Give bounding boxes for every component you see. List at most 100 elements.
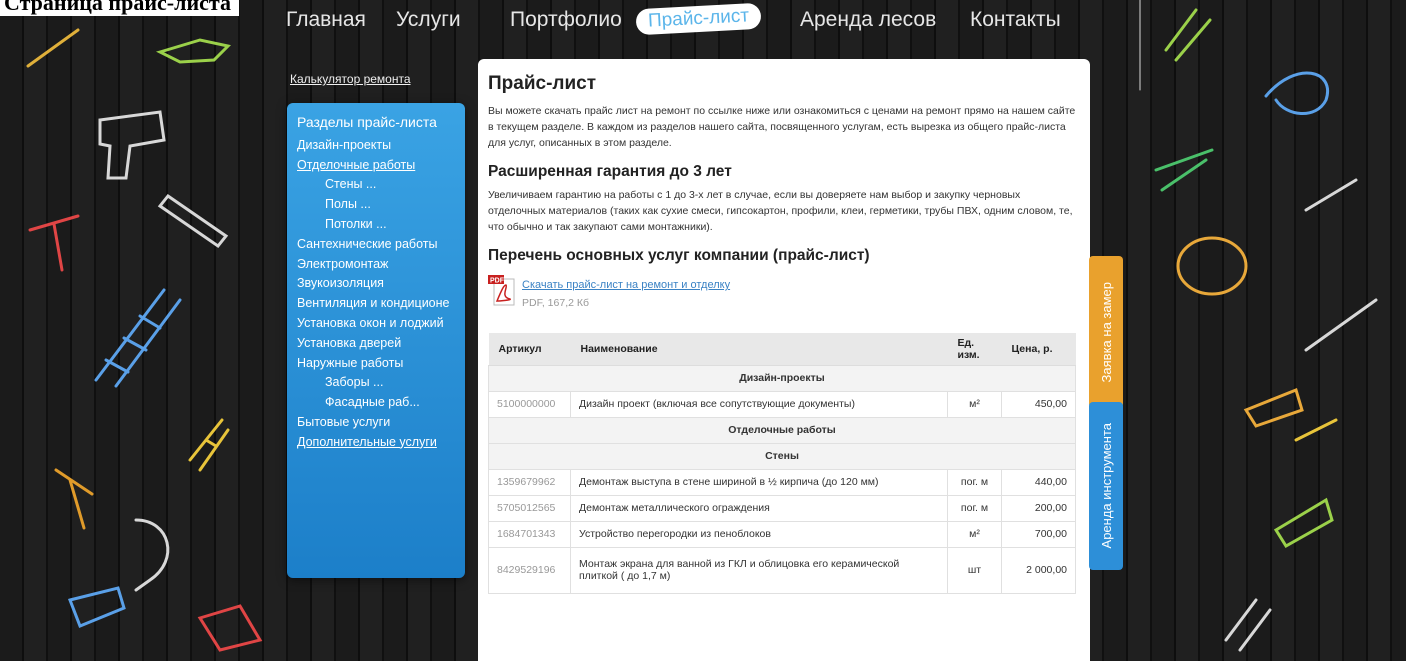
sidebar-item-facade[interactable]: Фасадные раб...: [297, 393, 455, 413]
table-row: 5100000000 Дизайн проект (включая все со…: [488, 390, 1076, 418]
sidebar-title: Разделы прайс-листа: [297, 114, 437, 130]
sidebar-item-exterior[interactable]: Наружные работы: [297, 354, 455, 374]
wrench-icon: [1304, 178, 1358, 212]
nav-services[interactable]: Услуги: [396, 8, 461, 32]
pdf-download: PDF Скачать прайс-лист на ремонт и отдел…: [488, 275, 1080, 315]
order-measurement-tab[interactable]: Заявка на замер: [1089, 256, 1123, 408]
section-label: Стены: [488, 442, 1076, 470]
cell-name: Демонтаж металлического ограждения: [570, 494, 948, 522]
sidebar-item-household[interactable]: Бытовые услуги: [297, 413, 455, 433]
drill-icon: [98, 110, 166, 180]
hammer-icon: [28, 214, 80, 272]
intro-text: Вы можете скачать прайс лист на ремонт п…: [488, 105, 1076, 149]
cell-article: 5705012565: [488, 494, 571, 522]
tool-rental-label: Аренда инструмента: [1098, 423, 1114, 549]
sidebar-item-doors[interactable]: Установка дверей: [297, 334, 455, 354]
sidebar-item-windows[interactable]: Установка окон и лоджий: [297, 314, 455, 334]
pdf-download-link[interactable]: Скачать прайс-лист на ремонт и отделку: [522, 279, 730, 291]
table-row: 5705012565 Демонтаж металлического ограж…: [488, 494, 1076, 522]
sidebar-item-ventilation[interactable]: Вентиляция и кондиционе: [297, 294, 455, 314]
price-table: Артикул Наименование Ед. изм. Цена, р. Д…: [488, 333, 1076, 594]
services-heading: Перечень основных услуг компании (прайс-…: [488, 247, 870, 264]
saw-icon: [157, 193, 229, 249]
cell-name: Устройство перегородки из пеноблоков: [570, 520, 948, 548]
screwdriver-icon: [26, 28, 80, 68]
cell-article: 1359679962: [488, 468, 571, 496]
cell-price: 200,00: [1001, 494, 1076, 522]
pliers-icon: [188, 418, 230, 472]
roller-icon: [1273, 497, 1334, 549]
sidebar-item-plumbing[interactable]: Сантехнические работы: [297, 235, 455, 255]
cell-article: 5100000000: [488, 390, 571, 418]
section-label: Дизайн-проекты: [488, 364, 1076, 392]
col-header-price: Цена, р.: [1001, 333, 1076, 366]
clamp-icon: [134, 518, 170, 592]
top-navigation: Главная Услуги Портфолио Прайс-лист Арен…: [280, 2, 1080, 42]
sidebar-item-walls[interactable]: Стены ...: [297, 175, 455, 195]
sidebar-price-sections: Разделы прайс-листа Дизайн-проекты Отдел…: [287, 103, 465, 578]
grinder-icon: [1264, 71, 1330, 115]
cell-price: 2 000,00: [1001, 546, 1076, 594]
section-label: Отделочные работы: [488, 416, 1076, 444]
brush-icon: [1294, 418, 1338, 442]
cell-price: 450,00: [1001, 390, 1076, 418]
nav-scaffold-rental[interactable]: Аренда лесов: [800, 8, 936, 32]
warranty-text: Увеличиваем гарантию на работы с 1 до 3-…: [488, 189, 1073, 233]
pdf-file-size: PDF, 167,2 Кб: [522, 297, 589, 309]
order-measurement-label: Заявка на замер: [1098, 281, 1114, 383]
axe-icon: [54, 468, 94, 530]
col-header-article: Артикул: [488, 333, 571, 366]
sidebar-item-electrical[interactable]: Электромонтаж: [297, 255, 455, 275]
nav-portfolio[interactable]: Портфолио: [510, 8, 622, 32]
circular-saw-icon: [197, 604, 263, 652]
cell-unit: пог. м: [947, 468, 1002, 496]
tools-decoration-right: [1139, 0, 1378, 652]
chisel-icon: [1304, 298, 1378, 352]
tool-rental-tab[interactable]: Аренда инструмента: [1089, 402, 1123, 570]
cell-unit: м²: [947, 520, 1002, 548]
cell-price: 700,00: [1001, 520, 1076, 548]
table-section-row: Отделочные работы: [488, 416, 1076, 444]
scissors-icon: [1154, 148, 1214, 192]
table-row: 1359679962 Демонтаж выступа в стене шири…: [488, 468, 1076, 496]
nav-price-list[interactable]: Прайс-лист: [635, 2, 762, 36]
cell-name: Демонтаж выступа в стене шириной в ½ кир…: [570, 468, 948, 496]
sidebar-item-finishing[interactable]: Отделочные работы: [297, 156, 455, 176]
nav-home[interactable]: Главная: [286, 8, 366, 32]
tools-decoration-left: [26, 28, 263, 652]
table-row: 1684701343 Устройство перегородки из пен…: [488, 520, 1076, 548]
grinder-icon: [67, 586, 126, 628]
cell-article: 8429529196: [488, 546, 571, 594]
sidebar-item-fences[interactable]: Заборы ...: [297, 373, 455, 393]
svg-text:PDF: PDF: [490, 278, 505, 285]
concrete-mixer-icon: [1176, 236, 1248, 296]
cell-name: Дизайн проект (включая все сопутствующие…: [570, 390, 948, 418]
main-content: Прайс-лист Вы можете скачать прайс лист …: [478, 59, 1090, 661]
sidebar-item-floors[interactable]: Полы ...: [297, 195, 455, 215]
tool-icon: [1164, 8, 1212, 62]
cell-article: 1684701343: [488, 520, 571, 548]
repair-calculator-link[interactable]: Калькулятор ремонта: [290, 72, 411, 86]
page-heading: Страница прайс-листа: [0, 0, 239, 16]
sidebar-item-ceilings[interactable]: Потолки ...: [297, 215, 455, 235]
cell-price: 440,00: [1001, 468, 1076, 496]
angle-grinder-icon: [155, 38, 232, 64]
cell-unit: м²: [947, 390, 1002, 418]
col-header-name: Наименование: [570, 333, 948, 366]
ladder-icon: [94, 288, 182, 388]
cell-unit: пог. м: [947, 494, 1002, 522]
nav-contacts[interactable]: Контакты: [970, 8, 1061, 32]
table-header-row: Артикул Наименование Ед. изм. Цена, р.: [488, 333, 1076, 366]
pliers-icon: [1224, 598, 1272, 652]
sidebar-item-soundproofing[interactable]: Звукоизоляция: [297, 274, 455, 294]
warranty-heading: Расширенная гарантия до 3 лет: [488, 163, 732, 180]
table-section-row: Стены: [488, 442, 1076, 470]
pdf-file-icon[interactable]: PDF: [488, 275, 516, 307]
sidebar-item-additional[interactable]: Дополнительные услуги: [297, 433, 455, 453]
table-section-row: Дизайн-проекты: [488, 364, 1076, 392]
cell-unit: шт: [947, 546, 1002, 594]
cell-name: Монтаж экрана для ванной из ГКЛ и облицо…: [570, 546, 948, 594]
page-title: Прайс-лист: [488, 73, 597, 94]
col-header-unit: Ед. изм.: [947, 333, 1002, 366]
sidebar-item-design[interactable]: Дизайн-проекты: [297, 136, 455, 156]
